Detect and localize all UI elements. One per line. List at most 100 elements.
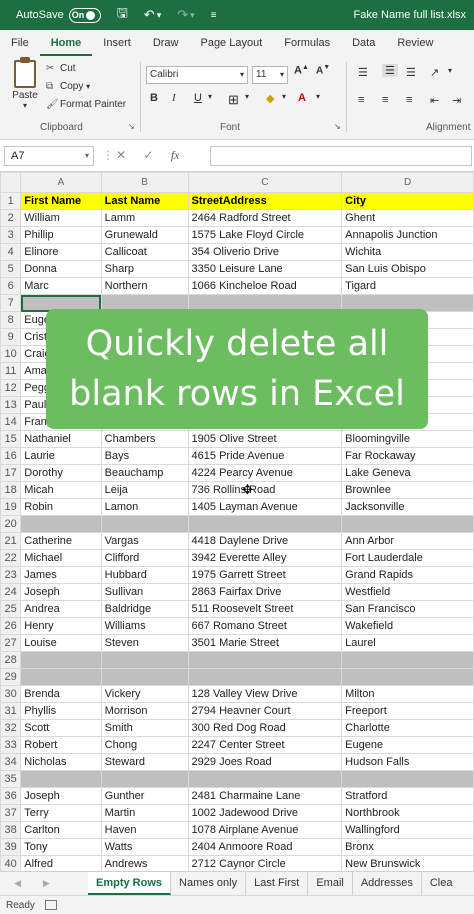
cell[interactable]: 2929 Joes Road bbox=[187, 753, 343, 771]
cell[interactable]: Robert bbox=[20, 736, 102, 754]
cell[interactable] bbox=[341, 668, 474, 686]
cell[interactable]: Robin bbox=[20, 498, 102, 516]
more-options-icon[interactable]: ⋮ bbox=[102, 148, 114, 162]
format-painter-button[interactable]: 🖌Format Painter bbox=[46, 96, 126, 114]
font-launcher-icon[interactable]: ↘ bbox=[334, 122, 341, 131]
cell[interactable]: Hubbard bbox=[100, 566, 189, 584]
sheet-tab-empty-rows[interactable]: Empty Rows bbox=[88, 872, 172, 895]
cell[interactable] bbox=[100, 651, 189, 669]
row-header[interactable]: 3 bbox=[0, 226, 22, 244]
cell[interactable]: Far Rockaway bbox=[341, 447, 474, 465]
cell[interactable] bbox=[341, 770, 474, 788]
cell[interactable] bbox=[100, 515, 189, 533]
cell[interactable]: 1002 Jadewood Drive bbox=[187, 804, 343, 822]
row-header[interactable]: 23 bbox=[0, 566, 22, 584]
align-left-icon[interactable]: ≡ bbox=[358, 94, 364, 106]
cell[interactable] bbox=[20, 668, 102, 686]
cancel-icon[interactable]: ✕ bbox=[116, 148, 126, 162]
cell[interactable]: Freeport bbox=[341, 702, 474, 720]
column-header[interactable]: B bbox=[100, 172, 189, 193]
cell[interactable]: Marc bbox=[20, 277, 102, 295]
row-header[interactable]: 35 bbox=[0, 770, 22, 788]
cell[interactable]: Williams bbox=[100, 617, 189, 635]
underline-dropdown-icon[interactable]: ▾ bbox=[208, 92, 212, 101]
increase-font-icon[interactable]: A▲ bbox=[294, 64, 309, 77]
row-header[interactable]: 9 bbox=[0, 328, 22, 346]
row-header[interactable]: 36 bbox=[0, 787, 22, 805]
cell[interactable]: Martin bbox=[100, 804, 189, 822]
cell[interactable]: 736 Rollins Road bbox=[187, 481, 343, 499]
row-header[interactable]: 19 bbox=[0, 498, 22, 516]
cell[interactable]: Michael bbox=[20, 549, 102, 567]
cell[interactable]: Gunther bbox=[100, 787, 189, 805]
cell[interactable] bbox=[341, 515, 474, 533]
cell[interactable]: William bbox=[20, 209, 102, 227]
cell[interactable]: Steven bbox=[100, 634, 189, 652]
redo-icon[interactable]: ↷ bbox=[177, 7, 188, 23]
cell[interactable]: Wallingford bbox=[341, 821, 474, 839]
row-header[interactable]: 10 bbox=[0, 345, 22, 363]
cell[interactable] bbox=[100, 770, 189, 788]
cell[interactable]: 1975 Garrett Street bbox=[187, 566, 343, 584]
cell[interactable]: Milton bbox=[341, 685, 474, 703]
row-header[interactable]: 39 bbox=[0, 838, 22, 856]
cell[interactable]: 1905 Olive Street bbox=[187, 430, 343, 448]
cell[interactable]: 2404 Anmoore Road bbox=[187, 838, 343, 856]
cell[interactable]: Brenda bbox=[20, 685, 102, 703]
row-header[interactable]: 26 bbox=[0, 617, 22, 635]
italic-icon[interactable]: I bbox=[172, 92, 176, 104]
row-header[interactable]: 6 bbox=[0, 277, 22, 295]
row-header[interactable]: 7 bbox=[0, 294, 22, 312]
cell[interactable] bbox=[100, 668, 189, 686]
row-header[interactable]: 30 bbox=[0, 685, 22, 703]
cell[interactable]: Phillip bbox=[20, 226, 102, 244]
cell[interactable]: First Name bbox=[20, 192, 102, 210]
increase-indent-icon[interactable]: ⇥ bbox=[452, 94, 461, 107]
cell[interactable]: Watts bbox=[100, 838, 189, 856]
bold-icon[interactable]: B bbox=[150, 92, 158, 104]
cell[interactable]: Callicoat bbox=[100, 243, 189, 261]
row-header[interactable]: 27 bbox=[0, 634, 22, 652]
paste-button[interactable]: Paste ▾ bbox=[8, 57, 42, 110]
cell[interactable]: Grand Rapids bbox=[341, 566, 474, 584]
cell[interactable]: Ann Arbor bbox=[341, 532, 474, 550]
cell[interactable]: Henry bbox=[20, 617, 102, 635]
cell[interactable] bbox=[341, 651, 474, 669]
cell[interactable]: Smith bbox=[100, 719, 189, 737]
cell[interactable]: Sullivan bbox=[100, 583, 189, 601]
cell[interactable]: Wakefield bbox=[341, 617, 474, 635]
tab-data[interactable]: Data bbox=[341, 30, 386, 56]
row-header[interactable]: 20 bbox=[0, 515, 22, 533]
cell[interactable]: Scott bbox=[20, 719, 102, 737]
enter-icon[interactable]: ✓ bbox=[143, 148, 153, 162]
cut-button[interactable]: ✂ Cut bbox=[46, 60, 126, 78]
save-icon[interactable]: 🖫 bbox=[117, 4, 128, 26]
cell[interactable]: Clifford bbox=[100, 549, 189, 567]
font-color-dropdown-icon[interactable]: ▾ bbox=[316, 92, 320, 101]
cell[interactable]: Bays bbox=[100, 447, 189, 465]
cell[interactable]: 3942 Everette Alley bbox=[187, 549, 343, 567]
next-sheet-icon[interactable]: ▶ bbox=[43, 878, 50, 889]
cell[interactable]: Vargas bbox=[100, 532, 189, 550]
tab-home[interactable]: Home bbox=[39, 30, 93, 56]
row-header[interactable]: 14 bbox=[0, 413, 22, 431]
tab-review[interactable]: Review bbox=[386, 30, 444, 56]
cell[interactable]: Annapolis Junction bbox=[341, 226, 474, 244]
cell[interactable]: Phyllis bbox=[20, 702, 102, 720]
cell[interactable]: 667 Romano Street bbox=[187, 617, 343, 635]
cell[interactable]: San Luis Obispo bbox=[341, 260, 474, 278]
cell[interactable] bbox=[20, 770, 102, 788]
cell[interactable]: Tony bbox=[20, 838, 102, 856]
row-header[interactable]: 25 bbox=[0, 600, 22, 618]
row-header[interactable]: 13 bbox=[0, 396, 22, 414]
tab-file[interactable]: File bbox=[0, 30, 40, 56]
row-header[interactable]: 22 bbox=[0, 549, 22, 567]
cell[interactable]: 2464 Radford Street bbox=[187, 209, 343, 227]
cell[interactable]: New Brunswick bbox=[341, 855, 474, 871]
cell[interactable]: James bbox=[20, 566, 102, 584]
cell[interactable]: Terry bbox=[20, 804, 102, 822]
align-bottom-icon[interactable]: ☰ bbox=[406, 66, 416, 79]
row-header[interactable]: 18 bbox=[0, 481, 22, 499]
cell[interactable]: Jacksonville bbox=[341, 498, 474, 516]
cell[interactable]: 2794 Heavner Court bbox=[187, 702, 343, 720]
